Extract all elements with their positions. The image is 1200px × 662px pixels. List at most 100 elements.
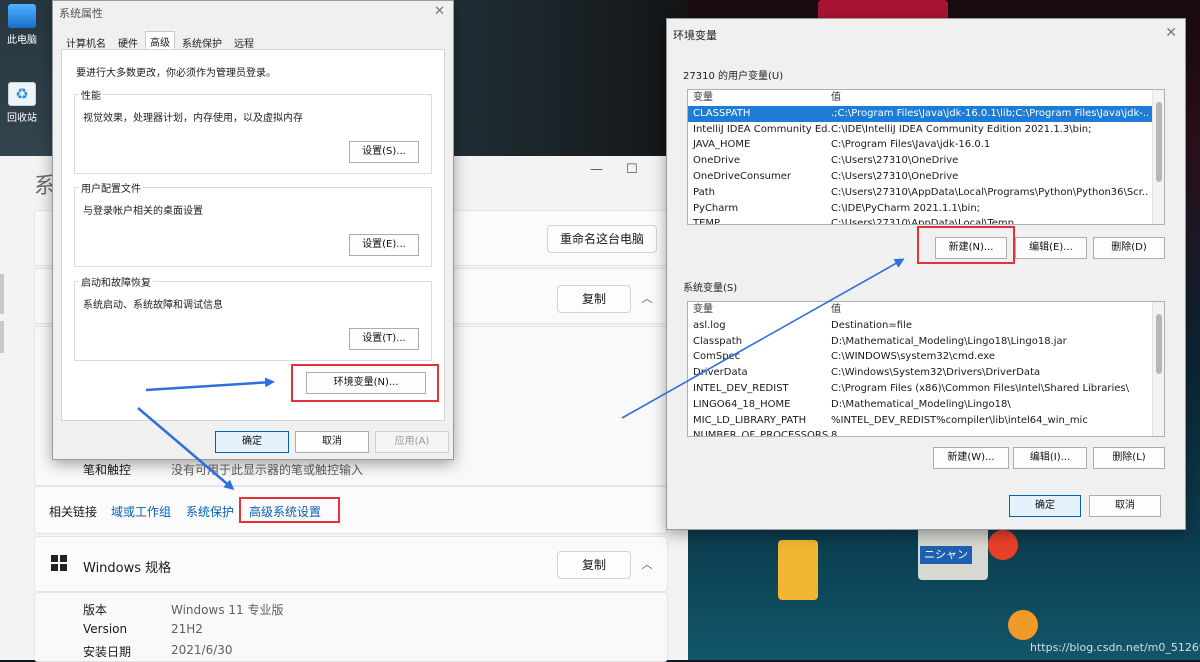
variable-value: C:\Users\27310\AppData\Local\Programs\Py… [831,186,1149,198]
list-item[interactable]: INTEL_DEV_REDIST C:\Program Files (x86)\C… [688,381,1164,397]
link-domain-workgroup[interactable]: 域或工作组 [111,503,171,520]
list-item[interactable]: Path C:\Users\27310\AppData\Local\Program… [688,185,1164,201]
link-system-protection[interactable]: 系统保护 [186,503,234,520]
maximize-button[interactable]: ☐ [626,162,638,177]
variable-value: C:\WINDOWS\system32\cmd.exe [831,351,995,363]
nav-indicator [0,274,4,314]
group-performance: 性能 视觉效果，处理器计划，内存使用，以及虚拟内存 设置(S)... [74,87,432,174]
copy-button[interactable]: 复制 [557,551,631,579]
column-header-value[interactable]: 值 [831,302,1149,318]
column-header-value[interactable]: 值 [831,90,1149,106]
variable-name: JAVA_HOME [693,139,751,151]
variable-name: IntelliJ IDEA Community Ed... [693,123,831,135]
neon-lantern [778,540,818,600]
variable-value: C:\Users\27310\AppData\Local\Temp [831,218,1014,225]
list-item[interactable]: Classpath D:\Mathematical_Modeling\Lingo1… [688,334,1164,350]
list-item[interactable]: LINGO64_18_HOME D:\Mathematical_Modeling\… [688,397,1164,413]
spec-label: Version [83,622,128,636]
spec-label: 版本 [83,603,108,617]
dialog-title: 系统属性 [59,7,103,20]
copy-button[interactable]: 复制 [557,285,631,313]
user-delete-button[interactable]: 删除(D) [1093,237,1165,259]
performance-settings-button[interactable]: 设置(S)... [349,141,419,163]
list-item[interactable]: JAVA_HOME C:\Program Files\Java\jdk-16.0.… [688,137,1164,153]
red-lamp [988,530,1018,560]
list-item[interactable]: MIC_LD_LIBRARY_PATH %INTEL_DEV_REDIST%com… [688,413,1164,429]
highlight-env-button [291,364,439,402]
startup-recovery-settings-button[interactable]: 设置(T)... [349,328,419,350]
minimize-button[interactable]: — [590,162,603,177]
list-item[interactable]: DriverData C:\Windows\System32\Drivers\Dr… [688,365,1164,381]
chevron-up-icon[interactable]: ︿ [639,557,655,573]
tab-computer-name[interactable]: 计算机名 [61,32,111,50]
rename-pc-button[interactable]: 重命名这台电脑 [547,225,658,253]
tab-hardware[interactable]: 硬件 [113,32,143,50]
tab-remote[interactable]: 远程 [229,32,259,50]
column-header-variable[interactable]: 变量 [688,302,831,318]
ok-button[interactable]: 确定 [215,431,289,453]
scrollbar[interactable] [1152,302,1164,436]
orange-lamp [1008,610,1038,640]
tab-advanced[interactable]: 高级 [145,31,175,49]
system-new-button[interactable]: 新建(W)... [933,447,1009,469]
list-item[interactable]: TEMP C:\Users\27310\AppData\Local\Temp [688,216,1164,225]
tab-bar: 计算机名 硬件 高级 系统保护 远程 [61,31,261,50]
user-profiles-settings-button[interactable]: 设置(E)... [349,234,419,256]
system-delete-button[interactable]: 删除(L) [1093,447,1165,469]
variable-name: Classpath [693,335,743,347]
spec-value: Windows 11 专业版 [171,603,284,617]
cancel-button[interactable]: 取消 [295,431,369,453]
variable-name: DriverData [693,367,748,379]
list-item[interactable]: OneDrive C:\Users\27310\OneDrive [688,153,1164,169]
list-item[interactable]: PyCharm C:\IDE\PyCharm 2021.1.1\bin; [688,201,1164,217]
variable-value: C:\Windows\System32\Drivers\DriverData [831,367,1041,379]
variable-name: Path [693,186,715,198]
apply-button[interactable]: 应用(A) [375,431,449,453]
column-header-variable[interactable]: 变量 [688,90,831,106]
close-icon[interactable]: ✕ [434,4,445,19]
recycle-bin-icon [8,82,36,106]
highlight-advanced-settings [239,497,340,523]
desktop-icon-label: 此电脑 [7,35,37,46]
list-item[interactable]: IntelliJ IDEA Community Ed... C:\IDE\Inte… [688,122,1164,138]
group-user-profiles: 用户配置文件 与登录帐户相关的桌面设置 设置(E)... [74,180,432,267]
list-item[interactable]: OneDriveConsumer C:\Users\27310\OneDrive [688,169,1164,185]
scrollbar[interactable] [1152,90,1164,224]
windows-spec-title: Windows 规格 [83,561,172,576]
group-desc: 与登录帐户相关的桌面设置 [83,206,203,217]
list-item[interactable]: ComSpec C:\WINDOWS\system32\cmd.exe [688,349,1164,365]
variable-name: LINGO64_18_HOME [693,398,791,410]
scrollbar-thumb[interactable] [1156,102,1162,182]
spec-value: 21H2 [171,622,203,636]
desktop-icon-this-pc[interactable]: 此电脑 [2,4,42,46]
system-vars-list[interactable]: 变量 值 asl.log Destination=file Classpath D:\… [687,301,1165,437]
neon-sign-text: ニシャン [920,546,972,564]
windows-logo-icon [51,555,67,571]
computer-icon [8,4,36,28]
scrollbar-thumb[interactable] [1156,314,1162,374]
cancel-button[interactable]: 取消 [1089,495,1161,517]
system-edit-button[interactable]: 编辑(I)... [1013,447,1087,469]
variable-value: Destination=file [831,319,912,331]
tab-system-protection[interactable]: 系统保护 [177,32,227,50]
variable-value: D:\Mathematical_Modeling\Lingo18\Lingo18… [831,335,1067,347]
user-edit-button[interactable]: 编辑(E)... [1015,237,1087,259]
desktop-icon-recycle-bin[interactable]: 回收站 [2,82,42,124]
variable-name: OneDrive [693,155,741,167]
group-desc: 系统启动、系统故障和调试信息 [83,300,223,311]
chevron-up-icon[interactable]: ︿ [639,291,655,307]
close-icon[interactable]: ✕ [1165,25,1177,41]
list-item[interactable]: CLASSPATH .;C:\Program Files\Java\jdk-16.… [688,105,1164,122]
variable-name: ComSpec [693,351,741,363]
system-vars-label: 系统变量(S) [683,283,738,294]
ok-button[interactable]: 确定 [1009,495,1081,517]
related-links-card: 相关链接 域或工作组 系统保护 高级系统设置 [34,486,668,534]
desktop-icon-label: 回收站 [7,113,37,124]
dialog-title: 环境变量 [673,29,717,42]
variable-name: TEMP [693,218,721,225]
user-vars-list[interactable]: 变量 值 CLASSPATH .;C:\Program Files\Java\jd… [687,89,1165,225]
pen-touch-label: 笔和触控 [83,463,132,477]
list-item[interactable]: NUMBER_OF_PROCESSORS 8 [688,428,1164,436]
group-startup-recovery: 启动和故障恢复 系统启动、系统故障和调试信息 设置(T)... [74,274,432,361]
list-item[interactable]: asl.log Destination=file [688,318,1164,334]
